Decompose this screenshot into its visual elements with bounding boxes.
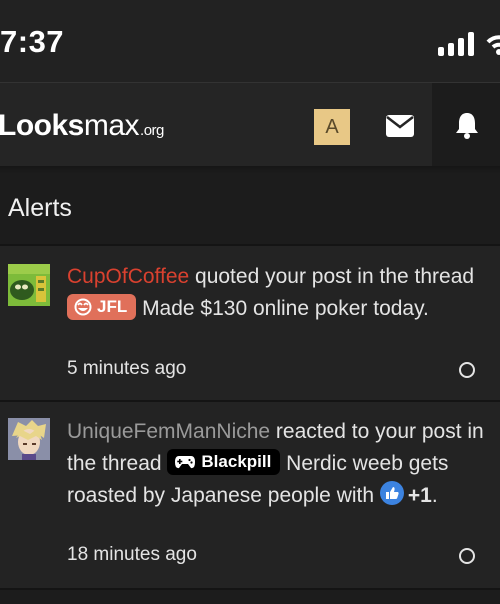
alert-timestamp: 5 minutes ago xyxy=(67,358,187,379)
user-avatar-image xyxy=(8,418,50,460)
avatar[interactable] xyxy=(8,418,50,460)
prefix-emoji-icon xyxy=(74,298,92,316)
thread-title[interactable]: Made $130 online poker today. xyxy=(136,297,429,320)
header-shadow xyxy=(0,166,500,174)
thumbs-up-icon xyxy=(379,481,404,506)
list-continuation xyxy=(0,590,500,604)
alert-text: UniqueFemManNiche reacted to your post i… xyxy=(67,416,487,512)
alert-username[interactable]: UniqueFemManNiche xyxy=(67,420,270,443)
logo-tld-text: .org xyxy=(140,122,164,139)
inbox-button[interactable] xyxy=(384,111,416,141)
logo-max-text: max xyxy=(83,109,140,142)
alert-action: quoted your post in the thread xyxy=(189,265,475,288)
prefix-label: Blackpill xyxy=(201,452,272,472)
thread-prefix-badge: Blackpill xyxy=(167,449,281,476)
avatar[interactable] xyxy=(8,264,50,306)
alert-username[interactable]: CupOfCoffee xyxy=(67,265,189,288)
thread-prefix-badge: JFL xyxy=(67,294,137,321)
alert-item[interactable]: UniqueFemManNiche reacted to your post i… xyxy=(0,402,500,588)
user-avatar-image xyxy=(8,264,50,306)
mark-read-toggle[interactable] xyxy=(459,362,475,378)
bell-icon xyxy=(456,113,478,139)
alert-tail: . xyxy=(431,484,438,507)
reaction-count[interactable]: +1 xyxy=(408,484,432,507)
site-logo[interactable]: Looksmax.org xyxy=(0,109,164,143)
mark-read-toggle[interactable] xyxy=(459,548,475,564)
status-bar: 7:37 xyxy=(0,0,500,82)
alert-item[interactable]: CupOfCoffee quoted your post in the thre… xyxy=(0,246,500,400)
app-header: Looksmax.org A xyxy=(0,82,500,167)
logo-main-text: Looks xyxy=(0,109,84,142)
gamepad-icon xyxy=(175,456,196,469)
wifi-icon xyxy=(486,35,500,55)
status-time: 7:37 xyxy=(0,24,65,59)
alerts-title: Alerts xyxy=(8,194,72,222)
alert-timestamp: 18 minutes ago xyxy=(67,544,197,565)
alerts-button[interactable] xyxy=(432,83,500,167)
alert-text: CupOfCoffee quoted your post in the thre… xyxy=(67,261,487,325)
envelope-icon xyxy=(386,115,414,137)
prefix-label: JFL xyxy=(97,297,128,317)
signal-icon xyxy=(438,32,476,56)
account-avatar-button[interactable]: A xyxy=(314,109,350,145)
